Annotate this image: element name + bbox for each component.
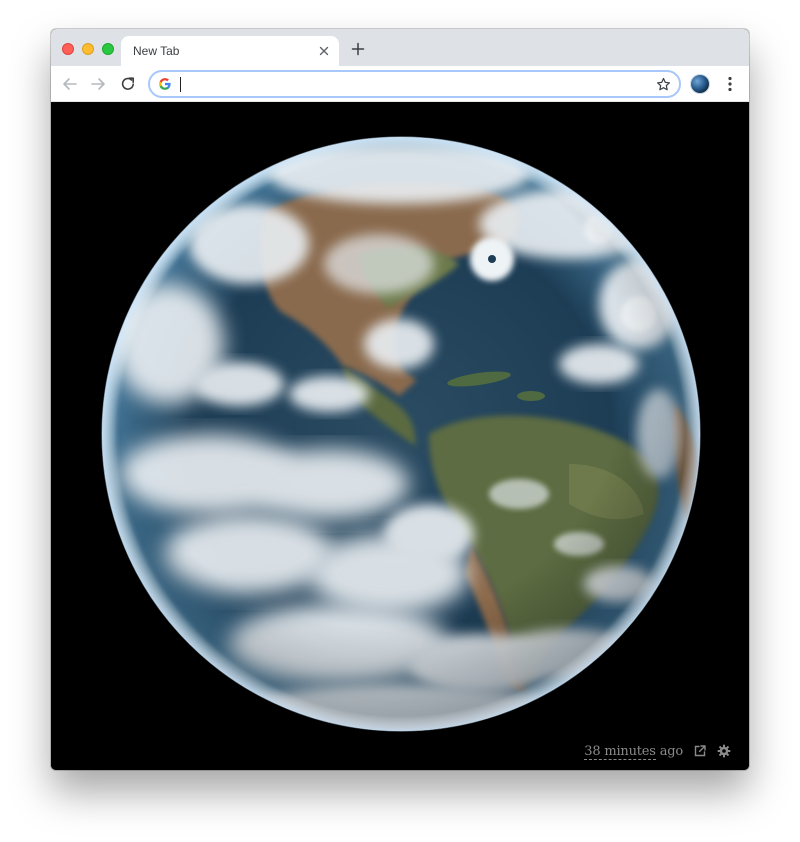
timestamp-value[interactable]: 38 minutes <box>584 743 656 760</box>
last-updated-timestamp[interactable]: 38 minutes ago <box>584 743 684 760</box>
tab-close-icon[interactable] <box>317 44 331 58</box>
tab-title: New Tab <box>133 44 180 58</box>
browser-window: New Tab 38 minutes ago <box>51 29 749 770</box>
gear-icon[interactable] <box>717 744 731 758</box>
bookmark-star-icon[interactable] <box>656 77 671 92</box>
tab-strip: New Tab <box>51 29 749 66</box>
google-g-icon <box>159 78 171 90</box>
omnibox-input[interactable] <box>182 74 622 94</box>
tab-new-tab[interactable]: New Tab <box>121 36 339 66</box>
new-tab-plus-icon[interactable] <box>351 42 365 56</box>
browser-toolbar <box>51 66 749 102</box>
kebab-menu-icon[interactable] <box>723 75 737 93</box>
external-link-icon[interactable] <box>693 744 707 758</box>
earth-satellite-image <box>101 136 701 732</box>
forward-arrow-icon[interactable] <box>89 75 107 93</box>
window-maximize-button[interactable] <box>102 43 114 55</box>
window-close-button[interactable] <box>62 43 74 55</box>
timestamp-suffix: ago <box>655 743 684 759</box>
back-arrow-icon[interactable] <box>61 75 79 93</box>
address-bar[interactable] <box>148 70 681 98</box>
extension-earth-icon[interactable] <box>691 75 709 93</box>
text-caret <box>180 77 181 92</box>
page-content: 38 minutes ago <box>51 102 749 770</box>
reload-icon[interactable] <box>119 75 137 93</box>
window-minimize-button[interactable] <box>82 43 94 55</box>
page-footer: 38 minutes ago <box>584 741 731 761</box>
